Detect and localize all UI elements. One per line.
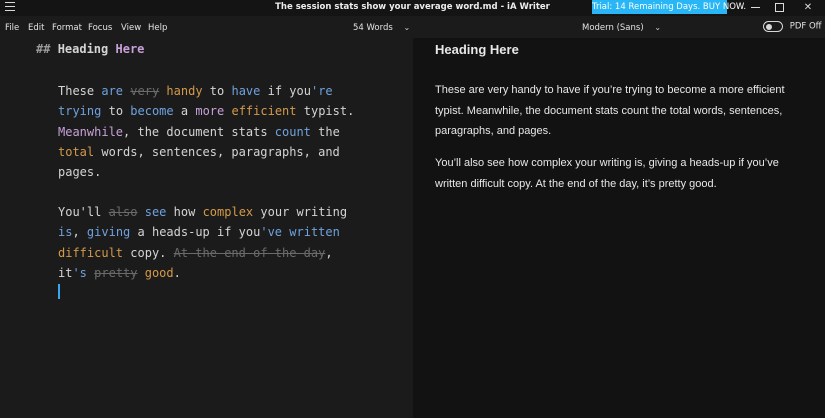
menu-edit[interactable]: Edit	[28, 23, 44, 33]
preview-paragraph-1: These are very handy to have if you’re t…	[435, 84, 785, 137]
menu-focus[interactable]: Focus	[88, 23, 112, 33]
font-label: Modern (Sans)	[582, 23, 644, 33]
editor-heading: ## Heading Here	[36, 42, 145, 56]
close-icon: ✕	[803, 2, 813, 13]
font-dropdown[interactable]: Modern (Sans) ⌄	[582, 23, 661, 33]
title-bar: The session stats show your average word…	[0, 0, 825, 16]
word-count-label: 54 Words	[353, 23, 393, 33]
menu-view[interactable]: View	[121, 23, 141, 33]
editor-paragraph-2: You'll also see how complex your writing…	[58, 205, 348, 280]
chevron-down-icon: ⌄	[654, 23, 662, 32]
editor-paragraph-1: These are very handy to have if you're t…	[58, 84, 355, 180]
chevron-down-icon: ⌄	[403, 23, 411, 32]
preview-paragraph-2: You’ll also see how complex your writing…	[435, 157, 779, 190]
menu-file[interactable]: File	[5, 23, 19, 33]
menu-bar: File Edit Format Focus View Help 54 Word…	[0, 18, 825, 38]
menu-format[interactable]: Format	[52, 23, 82, 33]
menu-help[interactable]: Help	[148, 23, 167, 33]
pdf-toggle[interactable]: PDF Off	[763, 21, 822, 32]
maximize-icon	[774, 2, 784, 12]
preview-pane: Heading Here These are very handy to hav…	[413, 38, 825, 418]
maximize-button[interactable]	[764, 0, 794, 16]
editor-pane[interactable]: ## Heading Here These are very handy to …	[0, 38, 413, 418]
pdf-toggle-label: PDF Off	[789, 21, 822, 32]
text-cursor	[58, 284, 60, 299]
toggle-off-icon	[763, 21, 783, 32]
minimize-icon	[750, 6, 760, 8]
close-button[interactable]: ✕	[793, 0, 823, 16]
word-count-dropdown[interactable]: 54 Words ⌄	[353, 23, 410, 33]
preview-heading: Heading Here	[435, 42, 519, 57]
trial-buy-now-button[interactable]: Trial: 14 Remaining Days. BUY NOW.	[592, 0, 746, 14]
